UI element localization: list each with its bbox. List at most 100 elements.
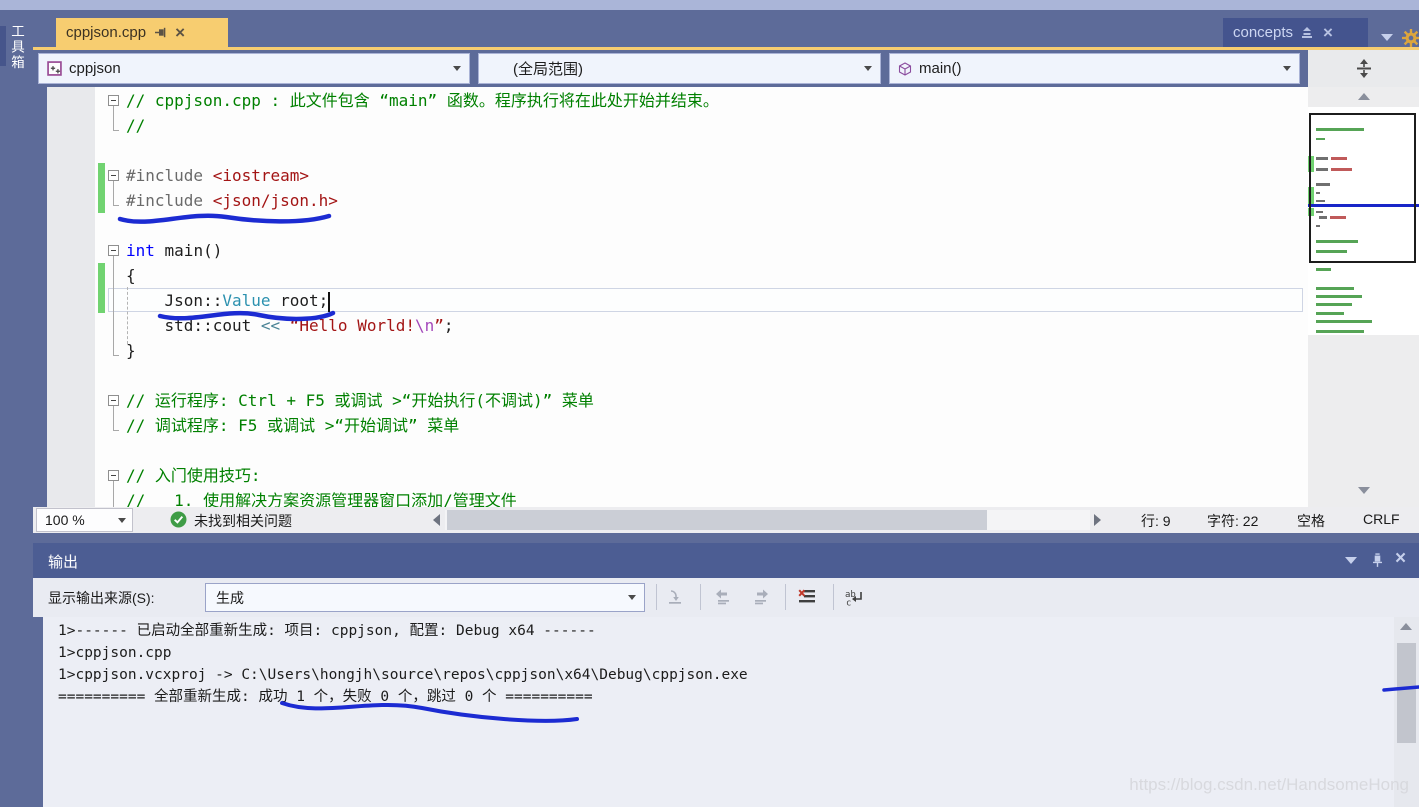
code-line-5[interactable]: #include <json/json.h> [126, 188, 338, 213]
outline-guide [113, 481, 114, 507]
v-scrollbar-thumb[interactable] [1397, 643, 1416, 743]
toolbar-separator [785, 584, 786, 610]
outline-guide [113, 181, 114, 205]
previous-message-button[interactable] [711, 585, 735, 609]
minimap-mark [1316, 320, 1372, 323]
code-segment: // 运行程序: Ctrl + F5 或调试 >“开始执行(不调试)” 菜单 [126, 391, 594, 410]
minimap-mark [1316, 295, 1362, 298]
scroll-right-icon[interactable] [1094, 514, 1101, 526]
minimap-mark [1316, 330, 1364, 333]
code-line-4[interactable]: #include <iostream> [126, 163, 309, 188]
pin-icon[interactable] [154, 26, 167, 39]
find-message-icon [667, 589, 684, 605]
word-wrap-icon: ab c [845, 589, 865, 606]
code-line-16[interactable]: // 入门使用技巧: [126, 463, 261, 488]
project-dropdown-value: cppjson [69, 60, 446, 77]
output-title: 输出 [48, 551, 78, 572]
code-segment: // 调试程序: F5 或调试 >“开始调试” 菜单 [126, 416, 459, 435]
code-line-9[interactable]: Json::Value root; [126, 288, 330, 313]
code-line-13[interactable]: // 运行程序: Ctrl + F5 或调试 >“开始执行(不调试)” 菜单 [126, 388, 594, 413]
code-segment: <json/json.h> [213, 191, 338, 210]
navigation-bar: cppjson (全局范围) main() [33, 50, 1419, 87]
code-line-1[interactable]: // cppjson.cpp : 此文件包含 “main” 函数。程序执行将在此… [126, 88, 719, 113]
code-line-2[interactable]: // [126, 113, 145, 138]
editor-indicator-margin[interactable] [47, 87, 95, 507]
chevron-down-icon [864, 66, 872, 71]
chevron-down-icon [628, 595, 636, 600]
output-toolbar: 显示输出来源(S): 生成 [33, 578, 1419, 617]
close-icon[interactable]: × [175, 24, 185, 41]
split-editor-button[interactable] [1308, 50, 1419, 87]
zoom-dropdown[interactable]: 100 % [36, 508, 133, 532]
fold-collapse-box-line-1[interactable] [108, 95, 119, 106]
code-line-11[interactable]: } [126, 338, 136, 363]
scope-dropdown-value: (全局范围) [487, 58, 857, 79]
minimap-viewport[interactable] [1309, 113, 1416, 263]
code-line-14[interactable]: // 调试程序: F5 或调试 >“开始调试” 菜单 [126, 413, 459, 438]
scroll-left-icon[interactable] [433, 514, 440, 526]
close-icon[interactable]: × [1395, 550, 1406, 567]
tab-concepts[interactable]: concepts × [1223, 18, 1368, 47]
scroll-down-icon[interactable] [1358, 487, 1370, 494]
window-top-strip [0, 0, 1419, 10]
output-source-dropdown[interactable]: 生成 [205, 583, 645, 612]
member-dropdown[interactable]: main() [889, 53, 1300, 84]
code-segment: std::cout [126, 316, 261, 335]
word-wrap-button[interactable]: ab c [843, 585, 867, 609]
code-segment: // 1. 使用解决方案资源管理器窗口添加/管理文件 [126, 491, 517, 507]
outline-guide [113, 406, 114, 430]
health-message: 未找到相关问题 [194, 511, 292, 531]
window-position-chevron-icon[interactable] [1345, 557, 1357, 564]
zoom-level: 100 % [37, 512, 118, 528]
close-icon[interactable]: × [1323, 24, 1333, 41]
change-tracking-bar [98, 163, 105, 213]
outline-guide [113, 256, 114, 355]
code-segment: #include [126, 166, 213, 185]
scroll-up-icon[interactable] [1358, 93, 1370, 100]
pin-icon[interactable] [1371, 553, 1384, 573]
output-title-bar[interactable]: 输出 × [33, 543, 1419, 578]
clear-all-button[interactable] [795, 585, 819, 609]
keep-open-icon[interactable] [1301, 27, 1315, 39]
document-tab-bar: cppjson.cpp × concepts × [33, 10, 1419, 47]
scroll-up-icon[interactable] [1400, 623, 1412, 630]
code-segment: // cppjson.cpp : 此文件包含 “main” 函数。程序执行将在此… [126, 91, 719, 110]
editor-status-bar: 100 % 未找到相关问题 行: 9 字符: 22 空格 CRLF [33, 507, 1419, 533]
sidebar-tab-toolbox[interactable]: 工具箱 [6, 24, 26, 71]
fold-collapse-box-line-13[interactable] [108, 395, 119, 406]
code-line-8[interactable]: { [126, 263, 136, 288]
panel-separator[interactable] [33, 533, 1419, 543]
output-line-4: ========== 全部重新生成: 成功 1 个，失败 0 个，跳过 0 个 … [58, 686, 593, 708]
code-line-10[interactable]: std::cout << “Hello World!\n”; [126, 313, 454, 338]
fold-collapse-box-line-4[interactable] [108, 170, 119, 181]
code-segment: ” [434, 316, 444, 335]
fold-collapse-box-line-7[interactable] [108, 245, 119, 256]
chevron-down-icon [118, 518, 126, 523]
output-left-gap [33, 617, 43, 807]
health-check-icon[interactable] [170, 511, 187, 533]
code-segment: } [126, 341, 136, 360]
tab-cppjson-cpp[interactable]: cppjson.cpp × [56, 18, 228, 47]
minimap-mark [1316, 303, 1352, 306]
code-editor[interactable]: // cppjson.cpp : 此文件包含 “main” 函数。程序执行将在此… [95, 87, 1308, 507]
status-spaces-mode: 空格 [1297, 511, 1325, 531]
editor-left-gap [33, 87, 47, 507]
h-scrollbar-thumb[interactable] [447, 510, 987, 530]
find-message-button[interactable] [663, 585, 687, 609]
next-message-button[interactable] [748, 585, 772, 609]
code-line-17[interactable]: // 1. 使用解决方案资源管理器窗口添加/管理文件 [126, 488, 517, 507]
code-segment: Value [222, 291, 270, 310]
outline-guide-elbow [113, 355, 119, 356]
scope-dropdown[interactable]: (全局范围) [478, 53, 881, 84]
code-segment: // [126, 116, 145, 135]
tab-list-chevron-icon[interactable] [1381, 34, 1393, 41]
output-panel: 输出 × 显示输出来源(S): 生成 [33, 543, 1419, 807]
code-segment: <iostream> [213, 166, 309, 185]
code-segment: root; [271, 291, 329, 310]
code-line-7[interactable]: int main() [126, 238, 222, 263]
chevron-down-icon [1283, 66, 1291, 71]
project-dropdown[interactable]: cppjson [38, 53, 470, 84]
fold-collapse-box-line-16[interactable] [108, 470, 119, 481]
toolbox-strip: 工具箱 [0, 10, 33, 807]
minimap[interactable] [1308, 87, 1419, 507]
